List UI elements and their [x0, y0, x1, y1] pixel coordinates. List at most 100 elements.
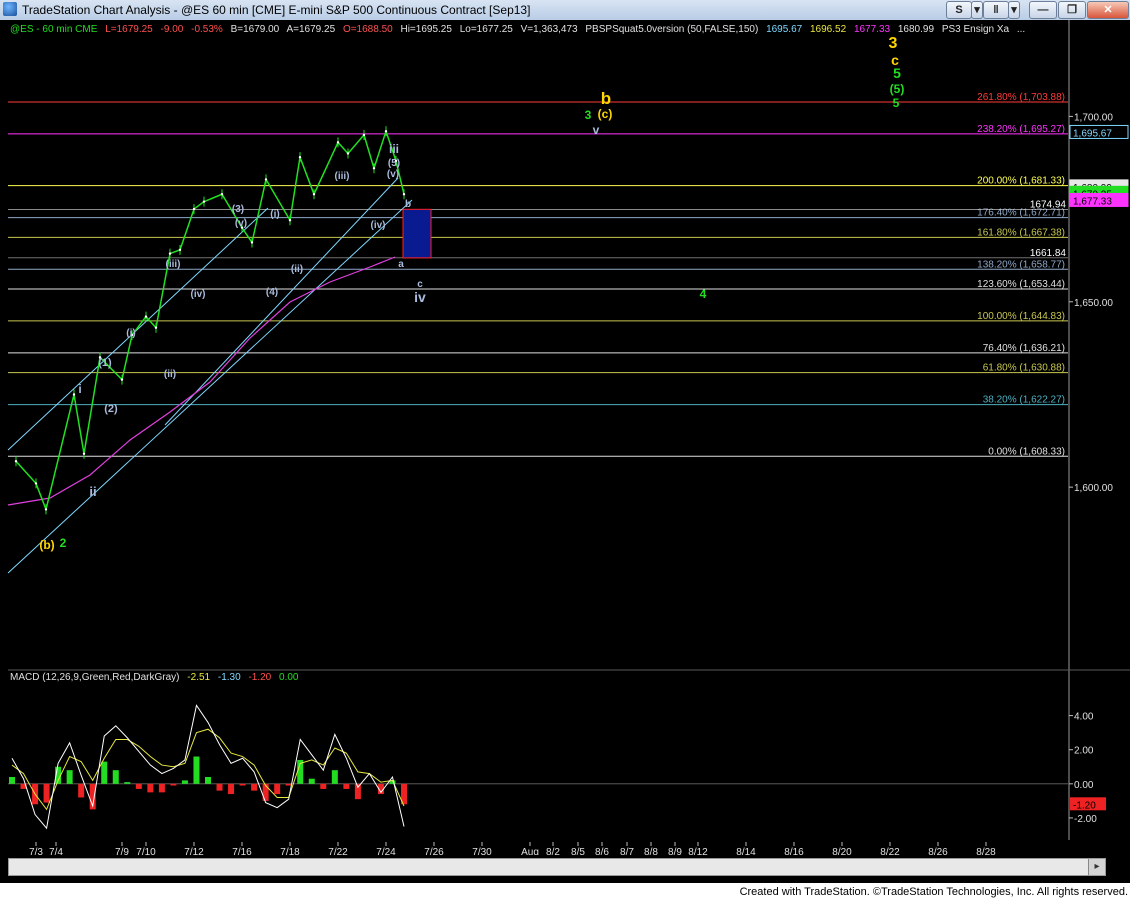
price-point — [336, 141, 340, 144]
y-tick-label: 1,600.00 — [1074, 483, 1113, 494]
price-point — [14, 459, 18, 463]
macd-line — [11, 704, 405, 830]
title-bar: TradeStation Chart Analysis - @ES 60 min… — [0, 0, 1130, 21]
x-tick-label: 8/16 — [784, 847, 804, 855]
price-point — [34, 482, 38, 485]
price-point — [154, 326, 158, 329]
macd-histogram-bar — [285, 783, 292, 786]
price-point — [372, 167, 376, 170]
price-point — [346, 152, 350, 155]
restore-button[interactable]: ❐ — [1058, 1, 1086, 19]
close-button[interactable]: ✕ — [1087, 1, 1129, 19]
chart-client-area[interactable]: @ES - 60 min CME L=1679.25 -9.00 -0.53% … — [0, 20, 1130, 883]
price-point — [72, 393, 76, 396]
elliott-wave-label: v — [593, 123, 600, 137]
x-tick-label: 7/30 — [472, 847, 492, 855]
x-tick-label: 7/22 — [328, 847, 348, 855]
macd-y-tick-label: 0.00 — [1074, 780, 1094, 791]
macd-histogram-bar — [135, 783, 142, 789]
elliott-wave-label: (3) — [232, 204, 244, 215]
x-tick-label: 8/8 — [644, 847, 658, 855]
price-point — [402, 193, 406, 196]
macd-histogram-bar — [43, 783, 50, 803]
price-point — [298, 155, 302, 159]
price-marker-label: 1661.84 — [1030, 248, 1067, 259]
x-tick-label: 8/20 — [832, 847, 852, 855]
x-tick-label: 7/9 — [115, 847, 129, 855]
horizontal-scrollbar[interactable]: ▸ — [8, 858, 1106, 876]
elliott-wave-label: 5 — [893, 65, 901, 81]
elliott-wave-label: iv — [414, 289, 426, 305]
mid-channel-line — [164, 177, 399, 426]
x-tick-label: 8/14 — [736, 847, 756, 855]
elliott-wave-label: (v) — [235, 218, 247, 229]
workspace-link-dropdown-icon[interactable]: ▾ — [1008, 1, 1020, 19]
price-point — [202, 200, 206, 203]
macd-histogram-bar — [343, 783, 350, 789]
x-tick-label: 8/2 — [546, 847, 560, 855]
macd-avg-value: -1.30 — [217, 672, 241, 683]
price-point — [264, 178, 268, 181]
macd-y-tick-label: 2.00 — [1074, 746, 1094, 757]
projection-box — [402, 208, 432, 259]
scroll-right-arrow-icon[interactable]: ▸ — [1088, 859, 1105, 875]
x-tick-label: 8/5 — [571, 847, 585, 855]
y-tick-label: 1,650.00 — [1074, 298, 1113, 309]
fib-level-label: 123.60% (1,653.44) — [977, 279, 1065, 290]
macd-histogram-bar — [170, 783, 177, 786]
macd-signal-line — [11, 728, 405, 811]
macd-histogram-bar — [193, 756, 200, 784]
macd-histogram-bar — [9, 777, 15, 784]
elliott-wave-label: (iv) — [371, 220, 386, 231]
copyright-footer: Created with TradeStation. ©TradeStation… — [739, 886, 1128, 898]
elliott-wave-label: (iv) — [191, 289, 206, 300]
elliott-wave-label: 2 — [60, 536, 67, 550]
macd-value: -2.51 — [187, 672, 211, 683]
macd-zero-value: 0.00 — [279, 672, 299, 683]
symbol-link-dropdown-icon[interactable]: ▾ — [971, 1, 983, 19]
price-marker-label: 1674.94 — [1030, 199, 1067, 210]
price-chart-canvas[interactable]: 261.80% (1,703.88) 238.20% (1,695.27) 200.… — [0, 20, 1130, 855]
price-point — [120, 378, 124, 381]
x-tick-label: 7/18 — [280, 847, 300, 855]
workspace-link-button[interactable]: ‖ — [983, 1, 1009, 19]
fib-level-label: 100.00% (1,644.83) — [977, 311, 1065, 322]
macd-diff-value: -1.20 — [248, 672, 272, 683]
fib-level-label: 38.20% (1,622.27) — [983, 395, 1065, 406]
elliott-wave-label: b — [405, 199, 411, 210]
macd-histogram-bar — [147, 783, 154, 793]
elliott-wave-label: (ii) — [291, 264, 303, 275]
elliott-wave-label: (4) — [266, 287, 278, 298]
price-point — [384, 130, 388, 133]
elliott-wave-label: (i) — [126, 328, 135, 339]
window-title: TradeStation Chart Analysis - @ES 60 min… — [22, 3, 531, 17]
price-point — [192, 207, 196, 211]
macd-histogram-bar — [205, 777, 211, 784]
fib-level-label: 76.40% (1,636.21) — [983, 343, 1065, 354]
macd-histogram-bar — [308, 778, 315, 784]
tradestation-app-icon[interactable] — [3, 2, 17, 16]
elliott-wave-label: 5 — [893, 96, 900, 110]
macd-histogram-bar — [331, 770, 338, 784]
y-tick-label: 1,700.00 — [1074, 112, 1113, 123]
macd-name: MACD (12,26,9,Green,Red,DarkGray) — [10, 672, 180, 683]
price-point — [44, 508, 48, 511]
macd-histogram-bar — [124, 782, 131, 784]
macd-y-tick-label: -2.00 — [1074, 814, 1097, 825]
x-tick-label: 8/22 — [880, 847, 900, 855]
macd-histogram-bar — [251, 783, 258, 791]
symbol-link-button[interactable]: S — [946, 1, 972, 19]
price-point — [178, 248, 182, 252]
macd-histogram-bar — [78, 783, 85, 798]
elliott-wave-label: i — [78, 382, 81, 396]
x-tick-label: 7/3 — [29, 847, 43, 855]
price-point — [288, 219, 292, 222]
macd-histogram-bar — [112, 770, 119, 784]
macd-histogram-bar — [274, 783, 281, 795]
elliott-wave-label: 3 — [585, 108, 592, 122]
x-tick-label: 8/28 — [976, 847, 996, 855]
fib-level-label: 0.00% (1,608.33) — [988, 446, 1065, 457]
upper-channel-line — [7, 207, 269, 451]
minimize-button[interactable]: — — [1029, 1, 1057, 19]
elliott-wave-label: (1) — [98, 357, 112, 369]
